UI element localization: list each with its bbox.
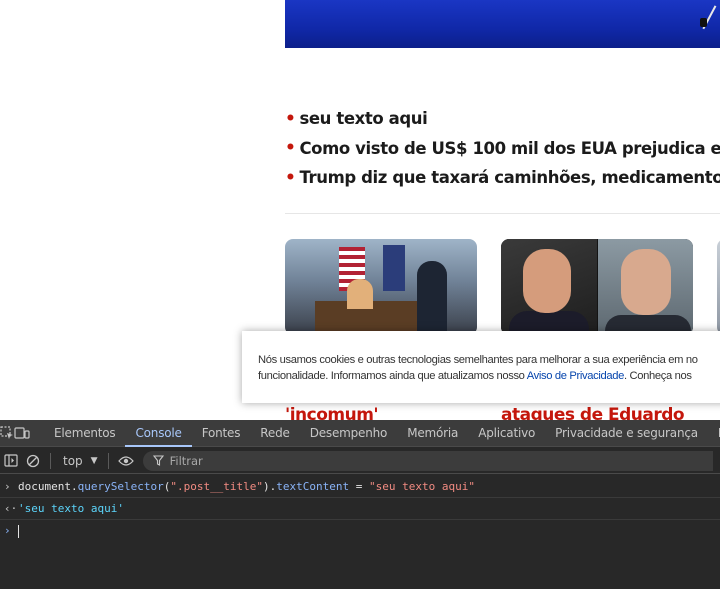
bullet-icon: • <box>285 138 296 159</box>
prompt-chevron-icon: › <box>4 524 11 537</box>
news-card-image[interactable] <box>285 239 477 335</box>
devtools-tab-bar: Elementos Console Fontes Rede Desempenho… <box>0 420 720 447</box>
bullet-icon: • <box>285 167 296 188</box>
cookie-banner: Nós usamos cookies e outras tecnologias … <box>242 331 720 403</box>
context-selector[interactable]: top ▼ <box>57 454 102 468</box>
hero-image[interactable] <box>285 0 720 48</box>
tab-privacidade-seguranca[interactable]: Privacidade e segurança <box>545 420 708 447</box>
code-token: ). <box>263 480 277 493</box>
related-news-list: • seu texto aqui • Como visto de US$ 100… <box>285 104 720 193</box>
console-output: › document.querySelector(".post__title").… <box>0 476 720 542</box>
tab-console[interactable]: Console <box>125 420 192 447</box>
news-card-image[interactable] <box>501 239 693 335</box>
input-chevron-icon: › <box>4 480 11 493</box>
clear-console-icon[interactable] <box>22 448 44 474</box>
news-card[interactable]: 'incomum' <box>285 239 477 420</box>
news-card-headline[interactable]: 'incomum' <box>285 405 379 420</box>
live-expression-eye-icon[interactable] <box>115 448 137 474</box>
related-news-item[interactable]: • Como visto de US$ 100 mil dos EUA prej… <box>285 134 720 164</box>
tab-fontes[interactable]: Fontes <box>192 420 251 447</box>
person-face <box>621 249 671 315</box>
tab-memoria[interactable]: Memória <box>397 420 468 447</box>
tab-elementos[interactable]: Elementos <box>44 420 125 447</box>
webpage-viewport: • seu texto aqui • Como visto de US$ 100… <box>0 0 720 420</box>
tab-aplicativo[interactable]: Aplicativo <box>468 420 545 447</box>
filter-placeholder: Filtrar <box>169 453 203 468</box>
related-news-title[interactable]: Como visto de US$ 100 mil dos EUA prejud… <box>299 139 720 158</box>
code-token: querySelector <box>77 480 164 493</box>
cookie-text-part: . Conheça nos <box>623 370 692 382</box>
text-cursor <box>18 524 19 538</box>
cookie-text: funcionalidade. Informamos ainda que atu… <box>258 368 720 384</box>
inspect-element-icon[interactable] <box>0 420 14 447</box>
person-shape <box>347 279 373 309</box>
person-shape <box>417 261 447 335</box>
console-input-line[interactable]: › document.querySelector(".post__title").… <box>0 476 720 498</box>
toolbar-divider <box>107 452 109 469</box>
cookie-text-part: funcionalidade. Informamos ainda que atu… <box>258 370 527 382</box>
code-token: = <box>349 480 370 493</box>
chevron-down-icon: ▼ <box>90 455 98 466</box>
sidebar-toggle-icon[interactable] <box>0 448 22 474</box>
news-card[interactable]: ataques de Eduardo <box>501 239 693 420</box>
related-news-item[interactable]: • seu texto aqui <box>285 104 720 134</box>
code-token: textContent <box>276 480 350 493</box>
console-result-value: 'seu texto aqui' <box>18 502 124 515</box>
tab-desempenho[interactable]: Desempenho <box>300 420 398 447</box>
cookie-text: Nós usamos cookies e outras tecnologias … <box>258 354 698 366</box>
tab-lighthouse[interactable]: L <box>708 420 720 447</box>
related-news-title[interactable]: Trump diz que taxará caminhões, medicame… <box>299 168 720 187</box>
code-token: "seu texto aqui" <box>369 480 475 493</box>
bullet-icon: • <box>285 108 296 129</box>
filter-icon <box>152 451 164 470</box>
devtools-panel: Elementos Console Fontes Rede Desempenho… <box>0 420 720 589</box>
section-divider <box>285 213 720 214</box>
console-prompt[interactable]: › <box>0 520 720 542</box>
related-news-title[interactable]: seu texto aqui <box>299 109 427 128</box>
code-token: ".post__title" <box>170 480 264 493</box>
code-token: document <box>18 480 71 493</box>
flag-shape <box>383 245 405 291</box>
context-value: top <box>63 453 83 468</box>
console-result-line[interactable]: ‹·'seu texto aqui' <box>0 498 720 520</box>
toolbar-divider <box>50 452 51 469</box>
news-card-headline[interactable]: ataques de Eduardo <box>501 405 685 420</box>
person-face <box>523 249 571 313</box>
console-filter-input[interactable]: Filtrar <box>142 450 713 471</box>
privacy-notice-link[interactable]: Aviso de Privacidade <box>527 370 625 382</box>
output-arrow-icon: ‹· <box>4 502 18 515</box>
microphone-head <box>700 18 707 27</box>
console-toolbar: top ▼ Filtrar <box>0 448 720 474</box>
code-token: . <box>70 480 78 493</box>
tab-rede[interactable]: Rede <box>250 420 299 447</box>
device-toolbar-icon[interactable] <box>14 420 30 447</box>
related-news-item[interactable]: • Trump diz que taxará caminhões, medica… <box>285 163 720 193</box>
